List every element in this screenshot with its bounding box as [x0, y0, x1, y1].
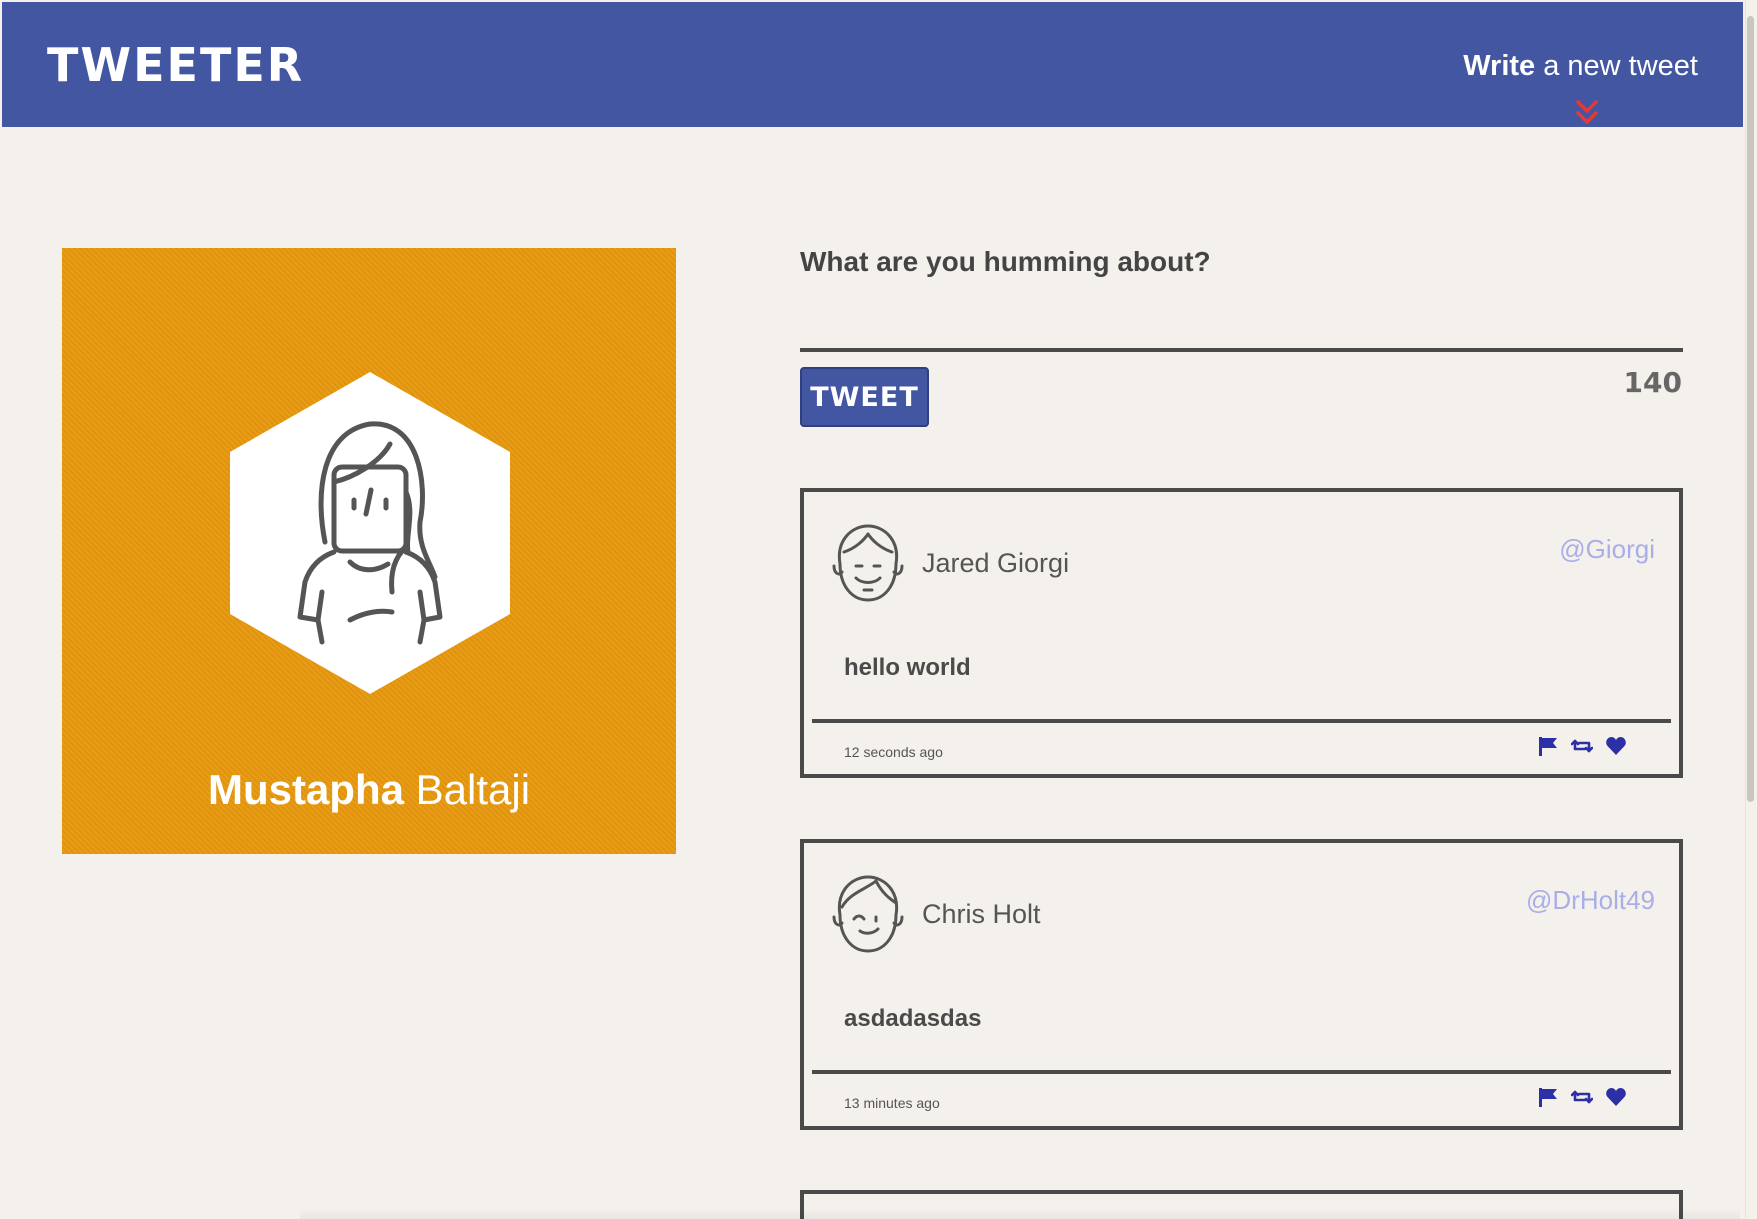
heart-icon[interactable] [1605, 735, 1627, 757]
top-nav: TWEETER Write a new tweet [2, 2, 1743, 127]
tweet-actions [1537, 1086, 1627, 1108]
tweet-author-name[interactable]: Chris Holt [922, 899, 1041, 930]
page: TWEETER Write a new tweet Mustapha Balta… [0, 0, 1745, 1219]
flag-icon[interactable] [1537, 735, 1559, 757]
tweet-text: hello world [844, 654, 971, 681]
tweet-author-handle[interactable]: @DrHolt49 [1526, 885, 1655, 916]
write-new-tweet-link[interactable]: Write a new tweet [1463, 50, 1698, 83]
profile-name: Mustapha Baltaji [62, 766, 676, 814]
tweet-card: Jared Giorgi @Giorgi hello world 12 seco… [800, 488, 1683, 778]
flag-icon[interactable] [1537, 1086, 1559, 1108]
compose-bold-text: Write [1463, 50, 1536, 82]
profile-last-name: Baltaji [415, 766, 531, 813]
user-female-avatar-icon [230, 372, 510, 694]
male-avatar-icon [832, 524, 904, 602]
retweet-icon[interactable] [1570, 1086, 1594, 1108]
tweet-author-handle[interactable]: @Giorgi [1559, 534, 1655, 565]
profile-card: Mustapha Baltaji [62, 248, 676, 854]
double-chevron-down-icon[interactable] [1574, 98, 1600, 128]
brand-logo[interactable]: TWEETER [47, 38, 304, 92]
tweet-card: Chris Holt @DrHolt49 asdadasdas 13 minut… [800, 839, 1683, 1130]
tweet-timestamp: 12 seconds ago [844, 744, 943, 760]
tweet-button[interactable]: TWEET [800, 367, 929, 427]
tweet-author-name[interactable]: Jared Giorgi [922, 548, 1069, 579]
tweet-divider [812, 1070, 1671, 1074]
compose-rest-text: a new tweet [1535, 50, 1698, 82]
scrollbar-thumb[interactable] [1747, 16, 1754, 802]
heart-icon[interactable] [1605, 1086, 1627, 1108]
profile-first-name: Mustapha [207, 766, 404, 813]
male-avatar-winking-icon [832, 875, 904, 953]
retweet-icon[interactable] [1570, 735, 1594, 757]
compose-prompt: What are you humming about? [800, 246, 1211, 277]
tweet-divider [812, 719, 1671, 723]
page-bottom-shadow [300, 1208, 1740, 1219]
character-counter: 140 [1623, 366, 1682, 399]
tweet-actions [1537, 735, 1627, 757]
tweet-timestamp: 13 minutes ago [844, 1095, 940, 1111]
tweet-text: asdadasdas [844, 1005, 982, 1032]
compose-textarea[interactable] [800, 348, 1683, 352]
